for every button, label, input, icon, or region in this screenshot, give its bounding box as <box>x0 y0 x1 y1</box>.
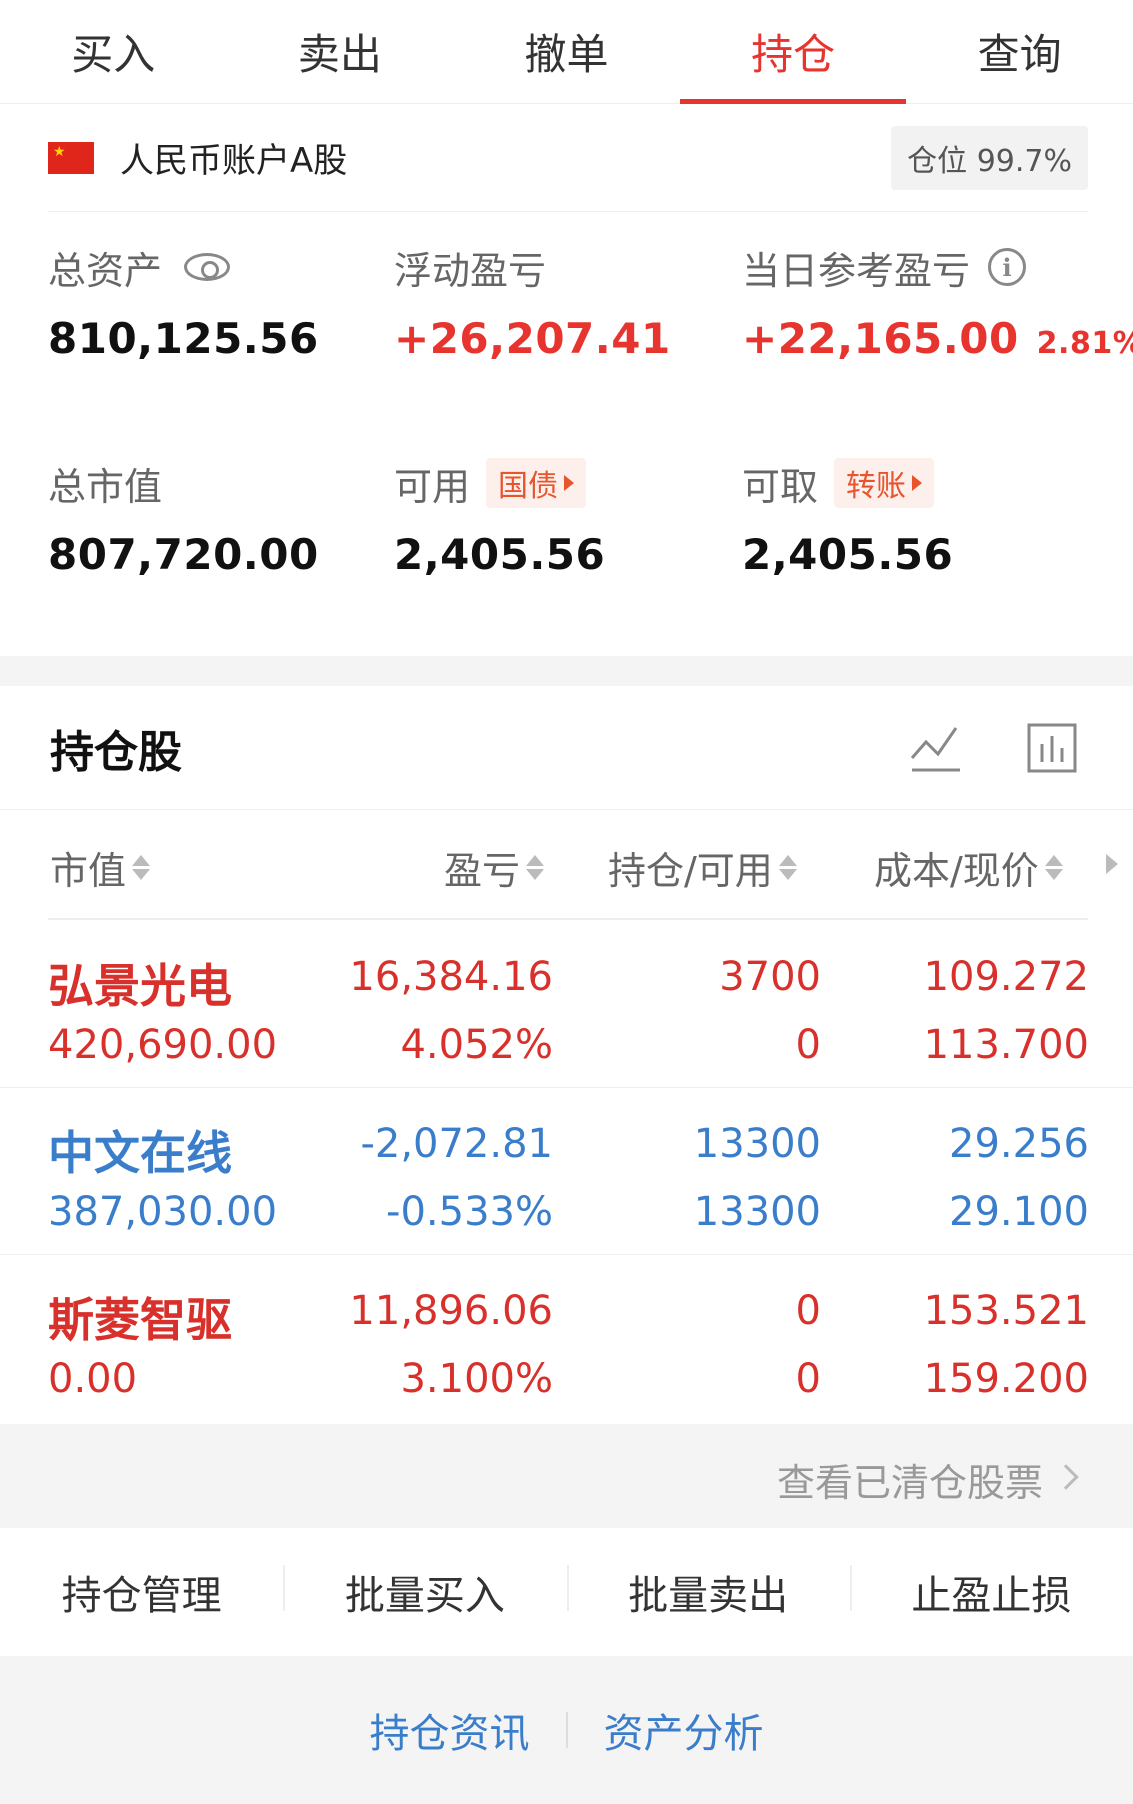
stock-price: 159.200 <box>923 1356 1089 1402</box>
stock-pl: 11,896.06 <box>349 1288 553 1334</box>
column-position[interactable]: 持仓/可用 <box>608 840 797 895</box>
stock-available: 0 <box>795 1356 821 1402</box>
tab-cancel[interactable]: 撤单 <box>453 0 680 103</box>
stock-name: 中文在线 <box>48 1126 232 1180</box>
column-market-value[interactable]: 市值 <box>50 840 151 895</box>
holdings-actions: 持仓管理 批量买入 批量卖出 止盈止损 <box>0 1528 1133 1656</box>
total-assets-value: 810,125.56 <box>48 314 319 363</box>
stock-position: 13300 <box>693 1121 821 1167</box>
stock-name: 弘景光电 <box>48 959 232 1013</box>
tab-buy[interactable]: 买入 <box>0 0 227 103</box>
position-badge: 仓位 99.7% <box>891 125 1088 190</box>
available-funds: 可用 国债 2,405.56 <box>394 458 605 579</box>
footer-links: 持仓资讯 资产分析 <box>0 1656 1133 1804</box>
stock-position: 3700 <box>719 954 821 1000</box>
column-label: 成本/现价 <box>874 849 1039 893</box>
stock-cost: 29.256 <box>949 1121 1089 1167</box>
sort-icon <box>132 855 151 880</box>
holdings-header: 持仓股 <box>0 686 1133 810</box>
bar-chart-icon[interactable] <box>1026 722 1078 774</box>
take-profit-stop-loss-button[interactable]: 止盈止损 <box>849 1563 1133 1621</box>
daily-pl-pct: 2.81% <box>1036 326 1133 361</box>
total-assets-label: 总资产 <box>48 248 163 293</box>
eye-icon[interactable] <box>184 253 231 281</box>
floating-pl-value: +26,207.41 <box>394 314 671 363</box>
batch-buy-button[interactable]: 批量买入 <box>283 1563 566 1621</box>
stock-pl: -2,072.81 <box>360 1121 553 1167</box>
more-columns-icon[interactable] <box>1106 854 1118 874</box>
info-icon[interactable]: i <box>988 248 1027 286</box>
stock-price: 113.700 <box>923 1022 1089 1068</box>
column-label: 盈亏 <box>444 849 521 893</box>
stock-position: 0 <box>795 1288 821 1334</box>
holdings-title: 持仓股 <box>50 726 182 778</box>
treasury-bond-button[interactable]: 国债 <box>486 458 587 508</box>
column-label: 持仓/可用 <box>608 849 773 893</box>
section-divider <box>0 656 1133 686</box>
treasury-bond-label: 国债 <box>498 469 559 504</box>
market-value-value: 807,720.00 <box>48 530 319 579</box>
stock-available: 13300 <box>693 1189 821 1235</box>
china-flag-icon: ★ <box>48 141 94 174</box>
sort-icon <box>1044 855 1063 880</box>
divider <box>48 918 1088 920</box>
chevron-right-icon <box>1053 1464 1079 1490</box>
batch-sell-button[interactable]: 批量卖出 <box>566 1563 850 1621</box>
transfer-label: 转账 <box>846 469 907 504</box>
daily-pl-value: +22,165.00 <box>742 314 1019 363</box>
table-row[interactable]: 斯菱智驱 0.00 11,896.06 3.100% 0 0 153.521 1… <box>0 1256 1133 1422</box>
view-cleared-label: 查看已清仓股票 <box>776 1461 1043 1505</box>
holdings-news-link[interactable]: 持仓资讯 <box>334 1701 566 1759</box>
asset-summary: 总资产 810,125.56 浮动盈亏 +26,207.41 当日参考盈亏 i +… <box>0 212 1133 656</box>
triangle-right-icon <box>564 475 575 491</box>
tab-holdings[interactable]: 持仓 <box>679 0 907 104</box>
stock-market-value: 420,690.00 <box>48 1022 278 1068</box>
stock-cost: 109.272 <box>923 954 1089 1000</box>
line-chart-icon[interactable] <box>910 722 962 774</box>
column-label: 市值 <box>50 849 127 893</box>
available-label: 可用 <box>394 464 471 509</box>
daily-pl: 当日参考盈亏 i +22,165.00 2.81% <box>742 242 1133 363</box>
stock-pl-pct: -0.533% <box>386 1189 553 1235</box>
asset-analysis-link[interactable]: 资产分析 <box>568 1701 800 1759</box>
sort-icon <box>526 855 545 880</box>
market-value: 总市值 807,720.00 <box>48 458 319 580</box>
column-cost-price[interactable]: 成本/现价 <box>874 840 1063 895</box>
column-pl[interactable]: 盈亏 <box>444 840 545 895</box>
stock-available: 0 <box>795 1022 821 1068</box>
stock-market-value: 387,030.00 <box>48 1189 278 1235</box>
floating-pl-label: 浮动盈亏 <box>394 248 547 293</box>
account-row[interactable]: ★ 人民币账户A股 仓位 99.7% <box>48 104 1088 212</box>
stock-market-value: 0.00 <box>48 1356 138 1402</box>
top-tabs: 买入 卖出 撤单 持仓 查询 <box>0 0 1133 104</box>
tab-sell[interactable]: 卖出 <box>227 0 454 103</box>
stock-price: 29.100 <box>949 1189 1089 1235</box>
holdings-column-header: 市值 盈亏 持仓/可用 成本/现价 <box>0 810 1133 920</box>
total-assets: 总资产 810,125.56 <box>48 242 319 364</box>
table-row[interactable]: 弘景光电 420,690.00 16,384.16 4.052% 3700 0 … <box>0 922 1133 1088</box>
tab-query[interactable]: 查询 <box>906 0 1133 103</box>
market-value-label: 总市值 <box>48 464 163 509</box>
withdrawable-funds: 可取 转账 2,405.56 <box>742 458 953 579</box>
withdrawable-label: 可取 <box>742 464 819 509</box>
daily-pl-value-row: +22,165.00 2.81% <box>742 314 1133 363</box>
manage-holdings-button[interactable]: 持仓管理 <box>0 1563 283 1621</box>
stock-pl-pct: 3.100% <box>400 1356 553 1402</box>
table-row[interactable]: 中文在线 387,030.00 -2,072.81 -0.533% 13300 … <box>0 1089 1133 1255</box>
withdrawable-value: 2,405.56 <box>742 530 954 579</box>
transfer-button[interactable]: 转账 <box>834 458 935 508</box>
account-name: 人民币账户A股 <box>120 141 348 181</box>
stock-cost: 153.521 <box>923 1288 1089 1334</box>
daily-pl-label: 当日参考盈亏 <box>742 248 971 293</box>
stock-pl-pct: 4.052% <box>400 1022 553 1068</box>
floating-pl: 浮动盈亏 +26,207.41 <box>394 242 671 364</box>
available-value: 2,405.56 <box>394 530 606 579</box>
stock-name: 斯菱智驱 <box>48 1293 232 1347</box>
stock-pl: 16,384.16 <box>349 954 553 1000</box>
sort-icon <box>778 855 797 880</box>
view-cleared-stocks[interactable]: 查看已清仓股票 <box>0 1424 1133 1528</box>
triangle-right-icon <box>912 475 923 491</box>
